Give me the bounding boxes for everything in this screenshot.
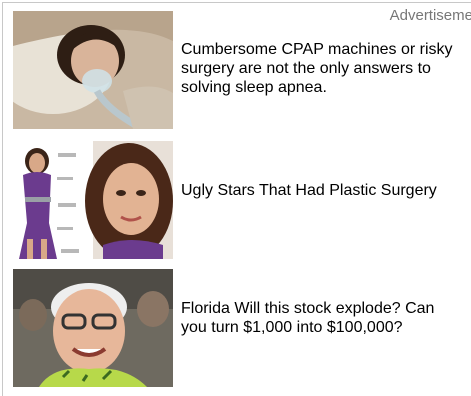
celebrity-photo[interactable] bbox=[13, 141, 173, 259]
ad-headline[interactable]: Ugly Stars That Had Plastic Surgery bbox=[181, 181, 461, 200]
ad-headline[interactable]: Cumbersome CPAP machines or risky surger… bbox=[181, 40, 461, 97]
investor-photo[interactable] bbox=[13, 269, 173, 387]
cpap-mask-photo[interactable] bbox=[13, 11, 173, 129]
ad-item-sleep-apnea[interactable]: Cumbersome CPAP machines or risky surger… bbox=[11, 11, 461, 129]
ad-headline[interactable]: Florida Will this stock explode? Can you… bbox=[181, 299, 461, 337]
ad-item-plastic-surgery[interactable]: Ugly Stars That Had Plastic Surgery bbox=[11, 141, 461, 259]
ad-item-stock[interactable]: Florida Will this stock explode? Can you… bbox=[11, 269, 461, 387]
